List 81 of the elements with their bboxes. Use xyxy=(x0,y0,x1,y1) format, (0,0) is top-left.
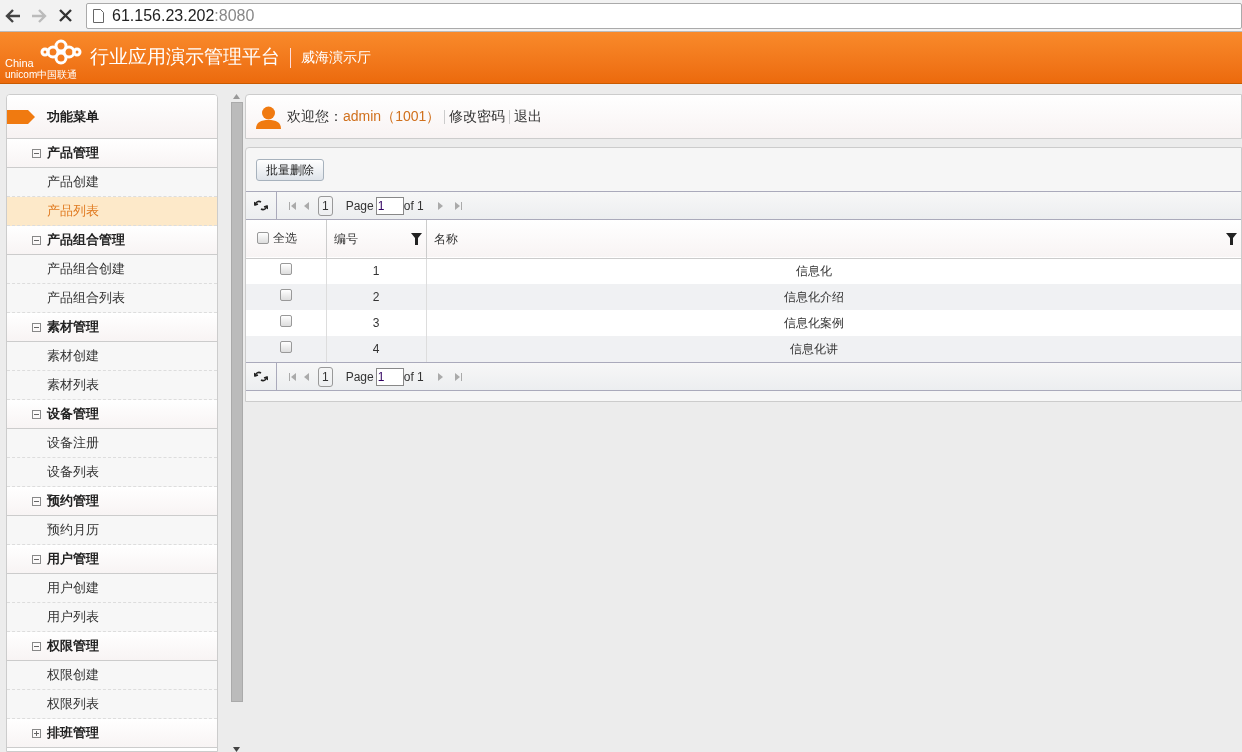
last-page-icon[interactable] xyxy=(454,201,462,210)
last-page-icon[interactable] xyxy=(454,372,462,381)
table-cell: 2 xyxy=(326,284,426,310)
menu-item[interactable]: 产品组合列表 xyxy=(7,284,217,313)
table-cell: 信息化 xyxy=(426,258,1241,284)
row-checkbox[interactable] xyxy=(279,263,292,276)
hall-name: 威海演示厅 xyxy=(301,48,371,67)
header-cell[interactable]: 名称 xyxy=(426,220,1241,258)
user-name: admin（1001） xyxy=(343,107,441,126)
app-title: 行业应用演示管理平台 xyxy=(90,45,280,70)
forward-icon[interactable] xyxy=(31,8,47,23)
row-checkbox[interactable] xyxy=(279,341,292,353)
menu-item[interactable]: 设备注册 xyxy=(7,429,217,458)
menu-item[interactable]: 用户创建 xyxy=(7,574,217,603)
menu-title: 功能菜单 xyxy=(47,107,99,126)
scrollbar-thumb[interactable] xyxy=(230,102,243,702)
scroll-up-icon[interactable] xyxy=(233,94,240,99)
table-cell: 1 xyxy=(326,258,426,284)
collapse-icon[interactable] xyxy=(32,409,41,419)
refresh-icon[interactable] xyxy=(254,371,268,382)
refresh-icon[interactable] xyxy=(254,200,268,211)
collapse-icon[interactable] xyxy=(32,148,41,158)
scroll-down-icon[interactable] xyxy=(233,747,240,752)
menu-item[interactable]: 产品创建 xyxy=(7,168,217,197)
back-icon[interactable] xyxy=(5,8,21,23)
row-checkbox[interactable] xyxy=(279,315,292,327)
expand-icon[interactable] xyxy=(32,728,41,738)
page-input[interactable]: 1 xyxy=(375,196,404,215)
header-cell[interactable]: 编号 xyxy=(326,220,426,258)
logo-icon xyxy=(40,37,82,66)
page-input[interactable]: 1 xyxy=(375,367,404,386)
collapse-icon[interactable] xyxy=(32,641,41,651)
table-cell: 信息化介绍 xyxy=(426,284,1241,310)
page-count: of 1 xyxy=(403,197,424,215)
filter-icon[interactable] xyxy=(1226,232,1237,245)
menu-item[interactable]: 素材创建 xyxy=(7,342,217,371)
page-label: Page xyxy=(345,368,374,386)
user-icon xyxy=(256,104,281,129)
previous-page-icon[interactable] xyxy=(304,372,309,381)
collapse-icon[interactable] xyxy=(32,322,41,332)
menu-item[interactable]: 用户列表 xyxy=(7,603,217,632)
url-host: 61.156.23.202 xyxy=(112,5,215,26)
table-cell: 4 xyxy=(326,336,426,362)
previous-page-icon[interactable] xyxy=(304,201,309,210)
row-checkbox[interactable] xyxy=(279,289,292,301)
logo-text: unicom中国联通 xyxy=(5,68,78,80)
select-all-checkbox[interactable] xyxy=(257,231,269,244)
page-icon xyxy=(93,8,104,23)
page-number-button[interactable]: 1 xyxy=(318,366,333,387)
collapse-icon[interactable] xyxy=(32,496,41,506)
column-label: 名称 xyxy=(433,230,458,248)
table-cell: 3 xyxy=(326,310,426,336)
close-icon[interactable] xyxy=(59,9,72,22)
arrow-tab-icon xyxy=(7,109,35,124)
select-all-label: 全选 xyxy=(273,229,297,247)
collapse-icon[interactable] xyxy=(32,554,41,564)
filter-icon[interactable] xyxy=(410,232,422,245)
next-page-icon[interactable] xyxy=(437,201,443,210)
header-link[interactable]: 退出 xyxy=(514,106,543,127)
next-page-icon[interactable] xyxy=(437,372,443,381)
collapse-icon[interactable] xyxy=(32,235,41,245)
batch-delete-button[interactable]: 批量删除 xyxy=(256,158,324,181)
table-cell: 信息化案例 xyxy=(426,310,1241,336)
menu-item[interactable]: 素材列表 xyxy=(7,371,217,400)
first-page-icon[interactable] xyxy=(289,372,296,381)
page-count: of 1 xyxy=(403,368,424,386)
page-label: Page xyxy=(345,197,374,215)
address-field[interactable]: 61.156.23.202:8080 xyxy=(86,2,1242,29)
url-port: :8080 xyxy=(214,5,255,26)
welcome-text: 欢迎您： xyxy=(287,107,343,126)
menu-item[interactable]: 设备列表 xyxy=(7,458,217,487)
table-cell: 信息化讲 xyxy=(426,336,1241,362)
column-label: 编号 xyxy=(333,230,358,248)
logo-text: China xyxy=(5,57,34,69)
header-link[interactable]: 修改密码 xyxy=(449,106,506,127)
menu-item[interactable]: 产品组合创建 xyxy=(7,255,217,284)
first-page-icon[interactable] xyxy=(289,201,296,210)
menu-item[interactable]: 权限创建 xyxy=(7,661,217,690)
menu-item[interactable]: 预约月历 xyxy=(7,516,217,545)
menu-item[interactable]: 权限列表 xyxy=(7,690,217,719)
page-number-button[interactable]: 1 xyxy=(318,195,333,216)
